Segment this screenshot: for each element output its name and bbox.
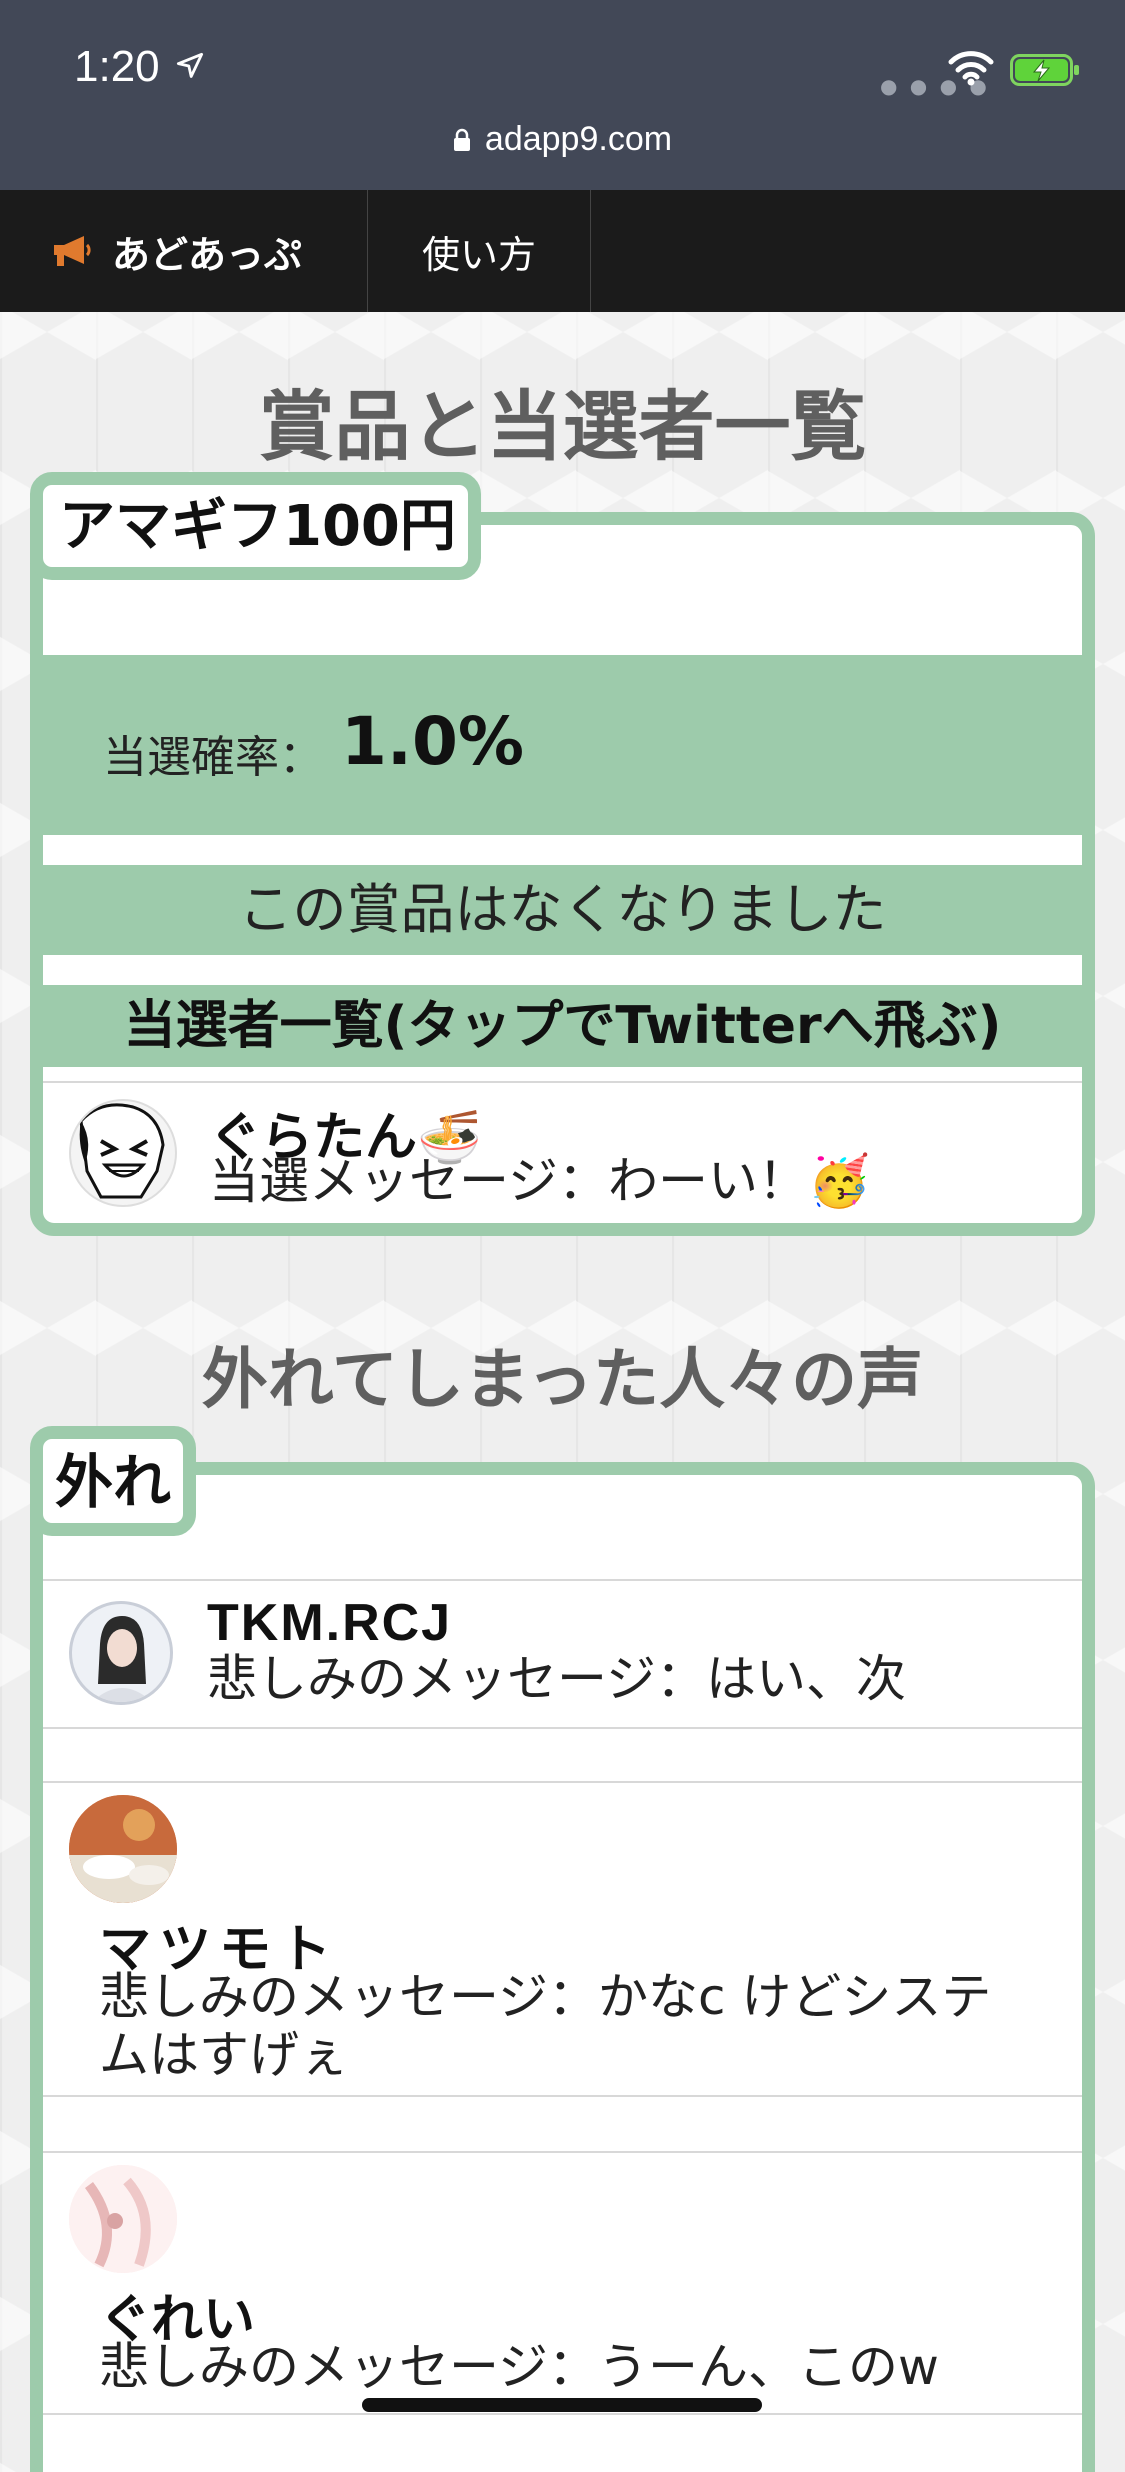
wifi-icon bbox=[948, 51, 994, 86]
winners-header: 当選者一覧(タップでTwitterへ飛ぶ) bbox=[43, 985, 1082, 1067]
avatar-food-photo-icon bbox=[69, 1795, 177, 1903]
lock-icon bbox=[453, 128, 470, 151]
url-text: adapp9.com bbox=[484, 120, 673, 158]
losers-tag: 外れ bbox=[30, 1426, 197, 1536]
status-bar: 1:20 ● ● ● ● adapp9.com bbox=[0, 0, 1125, 190]
loser-message: 悲しみのメッセージ：はい、次 bbox=[207, 1650, 906, 1708]
avatar bbox=[69, 2165, 177, 2273]
loser-row[interactable]: TKM.RCJ 悲しみのメッセージ：はい、次 bbox=[43, 1579, 1082, 1729]
winner-row[interactable]: ぐらたん🍜 当選メッセージ：わーい！🥳 bbox=[43, 1081, 1082, 1229]
soldout-notice: この賞品はなくなりました bbox=[43, 865, 1082, 955]
avatar bbox=[69, 1795, 177, 1903]
location-arrow-icon bbox=[176, 52, 204, 78]
probability-value: 1.0% bbox=[341, 703, 525, 780]
losers-card: TKM.RCJ 悲しみのメッセージ：はい、次 マツモト 悲しみのメッセージ：かな… bbox=[30, 1462, 1095, 2472]
loser-name: TKM.RCJ bbox=[207, 1594, 453, 1652]
loser-message: 悲しみのメッセージ：うーん、このw bbox=[99, 2338, 939, 2396]
losers-heading: 外れてしまった人々の声 bbox=[201, 1341, 924, 1418]
battery-charging-icon bbox=[1010, 54, 1079, 86]
address-bar[interactable]: adapp9.com bbox=[0, 120, 1125, 159]
nav-howto-label: 使い方 bbox=[421, 232, 536, 277]
top-nav: あどあっぷ 使い方 bbox=[0, 190, 1125, 312]
nav-howto-link[interactable]: 使い方 bbox=[368, 190, 591, 312]
prizes-heading: 賞品と当選者一覧 bbox=[258, 382, 867, 471]
avatar bbox=[69, 1099, 177, 1207]
avatar-illustration-icon bbox=[69, 2165, 177, 2273]
loser-message: 悲しみのメッセージ：かなc けどシステムはすげぇ bbox=[99, 1968, 992, 2084]
brand-name: あどあっぷ bbox=[112, 232, 303, 277]
winner-message: 当選メッセージ：わーい！🥳 bbox=[209, 1152, 871, 1210]
loser-row[interactable]: ぐれい 悲しみのメッセージ：うーん、このw bbox=[43, 2151, 1082, 2415]
avatar-cartoon-face-icon bbox=[79, 1103, 165, 1199]
prize-card: 当選確率： 1.0% この賞品はなくなりました 当選者一覧(タップでTwitte… bbox=[30, 512, 1095, 1236]
megaphone-icon bbox=[54, 236, 91, 266]
avatar bbox=[69, 1601, 173, 1705]
status-time: 1:20 bbox=[74, 42, 160, 91]
home-indicator[interactable] bbox=[362, 2398, 762, 2412]
brand-link[interactable]: あどあっぷ bbox=[0, 190, 368, 312]
prize-name-tag: アマギフ100円 bbox=[30, 472, 481, 580]
probability-band: 当選確率： 1.0% bbox=[43, 655, 1082, 835]
loser-row[interactable]: マツモト 悲しみのメッセージ：かなc けどシステムはすげぇ bbox=[43, 1781, 1082, 2097]
probability-label: 当選確率： bbox=[103, 732, 323, 783]
avatar-portrait-icon bbox=[92, 1616, 152, 1702]
